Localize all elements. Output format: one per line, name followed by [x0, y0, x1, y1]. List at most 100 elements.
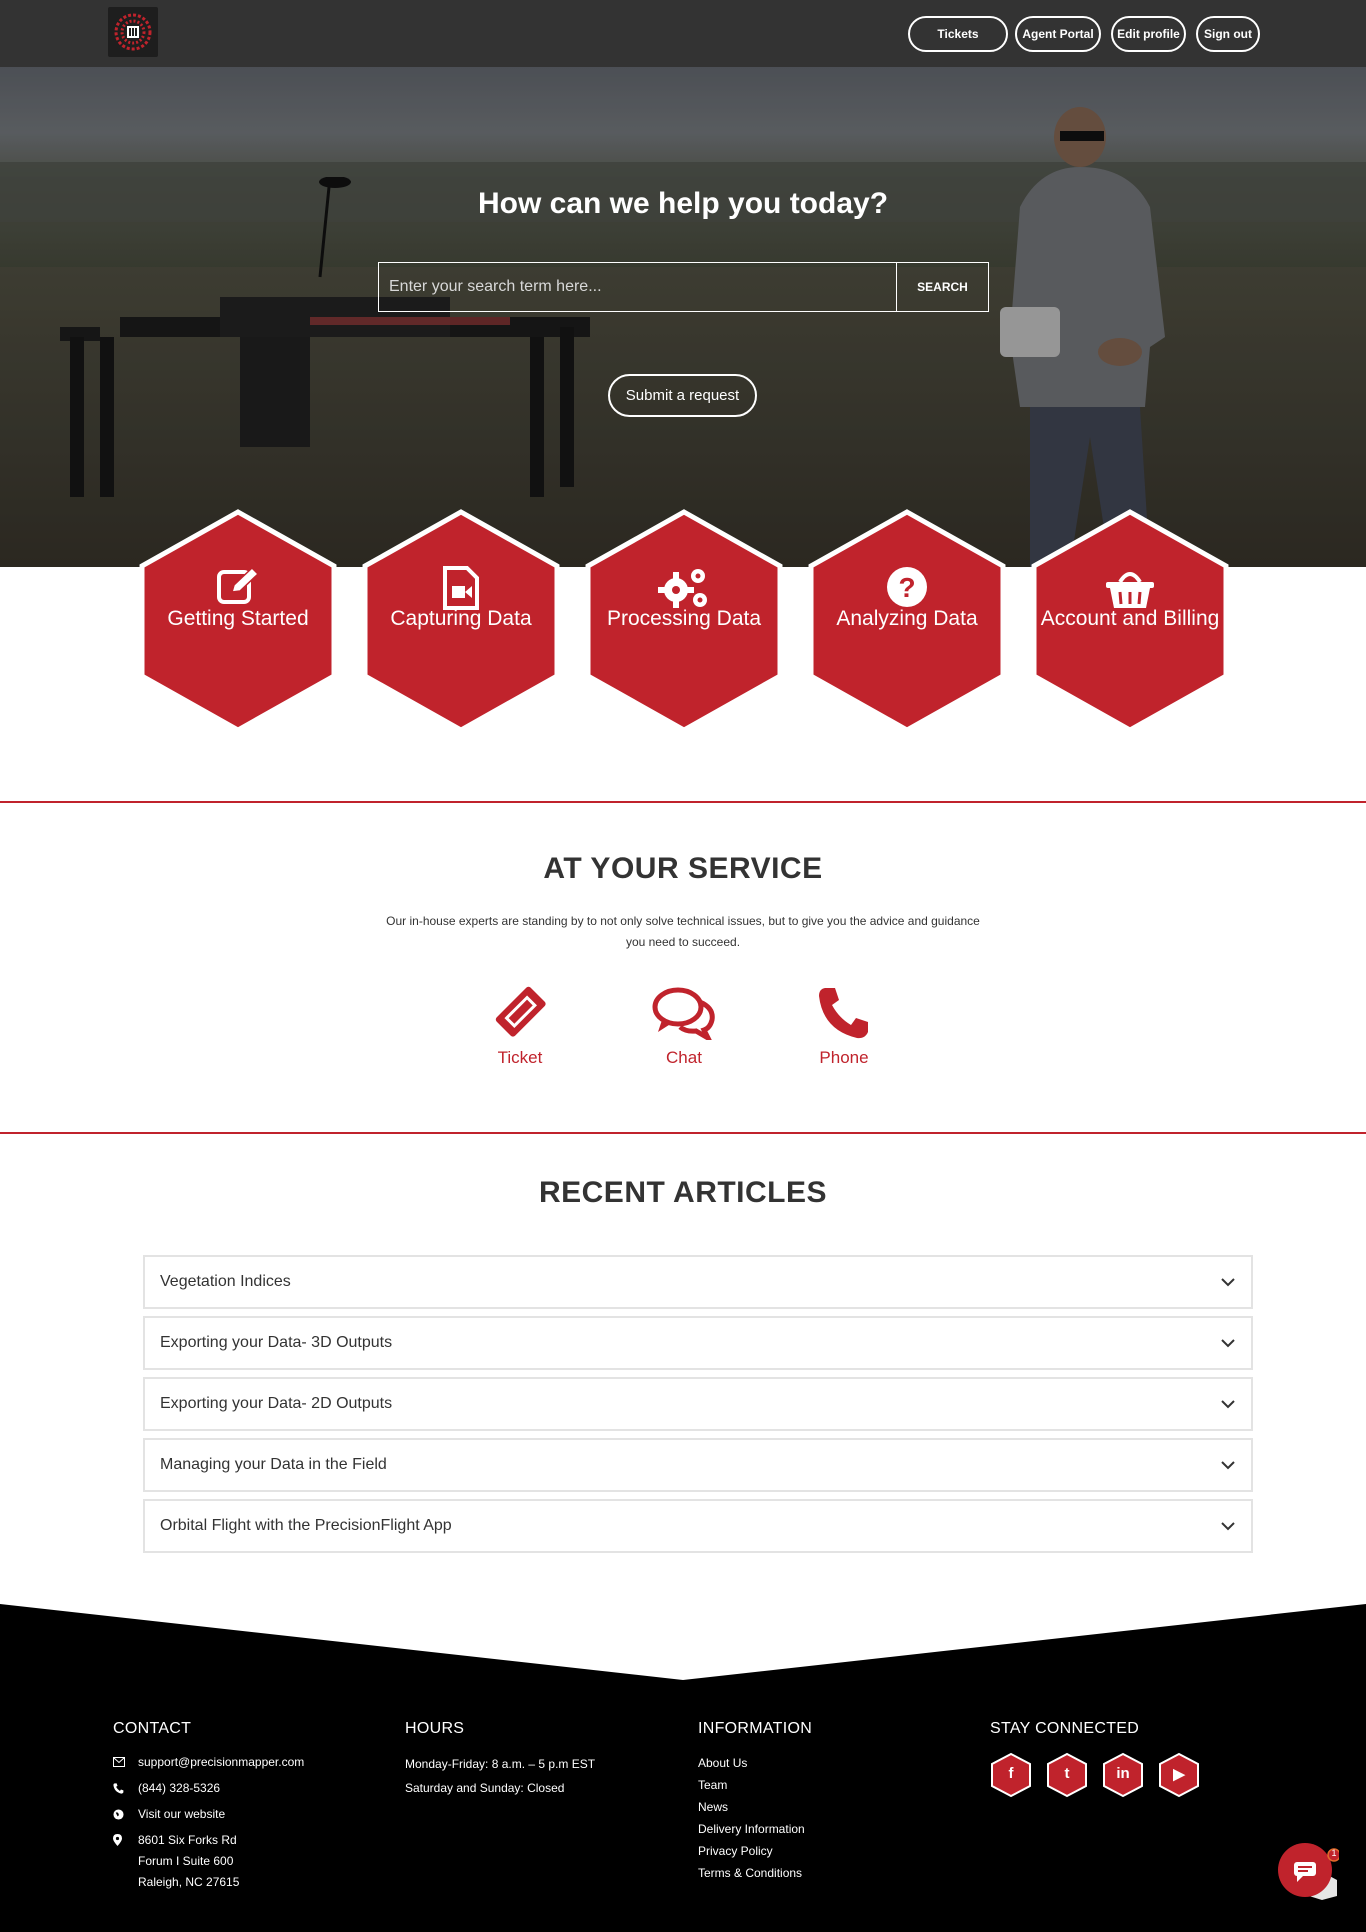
category-analyzing-data[interactable]: ? Analyzing Data [807, 508, 1007, 734]
article-title: Managing your Data in the Field [160, 1456, 387, 1473]
nav-agent-portal-button[interactable]: Agent Portal [1015, 16, 1101, 52]
footer-address-line: 8601 Six Forks Rd [138, 1833, 237, 1847]
nav-sign-out-button[interactable]: Sign out [1196, 16, 1260, 52]
service-ticket-link[interactable]: Ticket [460, 980, 580, 1068]
phone-icon [784, 980, 904, 1040]
footer-hours-weekend: Saturday and Sunday: Closed [405, 1781, 565, 1795]
twitter-icon[interactable]: t [1046, 1752, 1088, 1798]
article-row[interactable]: Vegetation Indices [143, 1255, 1253, 1309]
question-icon: ? [807, 566, 1007, 608]
footer-information-title: INFORMATION [698, 1720, 813, 1737]
chat-icon [624, 980, 744, 1040]
basket-icon [1030, 566, 1230, 608]
footer-phone[interactable]: (844) 328-5326 [138, 1778, 220, 1798]
search-input[interactable] [379, 263, 897, 311]
category-label: Analyzing Data [836, 607, 978, 630]
footer-hours: HOURS Monday-Friday: 8 a.m. – 5 p.m EST … [405, 1720, 665, 1800]
ticket-icon [460, 980, 580, 1040]
category-getting-started[interactable]: Getting Started [138, 508, 338, 734]
chat-widget-badge: 1 [1331, 1848, 1337, 1858]
search-form: SEARCH [378, 262, 989, 312]
footer-website-link[interactable]: Visit our website [138, 1804, 225, 1824]
service-phone-link[interactable]: Phone [784, 980, 904, 1068]
chat-widget-button[interactable]: 1 [1277, 1842, 1341, 1900]
footer-address-line: Raleigh, NC 27615 [138, 1875, 240, 1889]
section-divider [0, 1132, 1366, 1134]
footer-hours-weekday: Monday-Friday: 8 a.m. – 5 p.m EST [405, 1757, 596, 1771]
edit-icon [138, 566, 338, 608]
category-label: Account and Billing [1040, 607, 1220, 630]
top-navigation-bar: Tickets Agent Portal Edit profile Sign o… [0, 0, 1366, 67]
svg-text:?: ? [898, 572, 915, 603]
article-row[interactable]: Managing your Data in the Field [143, 1438, 1253, 1492]
hero-title: How can we help you today? [477, 187, 889, 220]
footer-contact: CONTACT support@precisionmapper.com (844… [113, 1720, 373, 1899]
chevron-down-icon[interactable] [1220, 1518, 1236, 1534]
service-title: AT YOUR SERVICE [543, 852, 823, 885]
youtube-glyph: ▶ [1173, 1766, 1185, 1783]
category-processing-data[interactable]: Processing Data [584, 508, 784, 734]
linkedin-glyph: in [1116, 1765, 1130, 1782]
service-ticket-label: Ticket [497, 1048, 543, 1067]
article-title: Exporting your Data- 3D Outputs [160, 1334, 393, 1351]
footer-hours-title: HOURS [405, 1720, 465, 1737]
search-button[interactable]: SEARCH [897, 263, 988, 311]
category-label: Capturing Data [390, 607, 532, 630]
category-label: Getting Started [167, 607, 309, 630]
map-marker-icon [113, 1830, 138, 1850]
twitter-glyph: t [1064, 1765, 1070, 1782]
service-chat-label: Chat [666, 1048, 702, 1067]
footer-phone-row[interactable]: (844) 328-5326 [113, 1778, 373, 1798]
facebook-glyph: f [1008, 1765, 1014, 1782]
article-title: Orbital Flight with the PrecisionFlight … [160, 1517, 452, 1534]
video-file-icon [361, 566, 561, 610]
footer-website-row[interactable]: Visit our website [113, 1804, 373, 1824]
articles-title: RECENT ARTICLES [538, 1176, 828, 1209]
service-phone-label: Phone [819, 1048, 869, 1067]
category-label: Processing Data [606, 607, 762, 630]
article-title: Exporting your Data- 2D Outputs [160, 1395, 393, 1412]
article-row[interactable]: Orbital Flight with the PrecisionFlight … [143, 1499, 1253, 1553]
footer-contact-title: CONTACT [113, 1720, 192, 1737]
service-description: Our in-house experts are standing by to … [386, 914, 980, 949]
chevron-down-icon[interactable] [1220, 1396, 1236, 1412]
article-row[interactable]: Exporting your Data- 2D Outputs [143, 1377, 1253, 1431]
linkedin-icon[interactable]: in [1102, 1752, 1144, 1798]
phone-small-icon [113, 1778, 138, 1798]
footer-link-team[interactable]: Team [698, 1774, 938, 1796]
facebook-icon[interactable]: f [990, 1752, 1032, 1798]
footer-address-row: 8601 Six Forks Rd Forum I Suite 600 Rale… [113, 1830, 373, 1893]
footer-social-title: STAY CONNECTED [990, 1720, 1140, 1737]
footer-link-privacy-policy[interactable]: Privacy Policy [698, 1840, 938, 1862]
footer-link-about-us[interactable]: About Us [698, 1752, 938, 1774]
logo-icon [114, 13, 152, 51]
submit-request-button[interactable]: Submit a request [608, 374, 757, 417]
section-divider [0, 801, 1366, 803]
chevron-down-icon[interactable] [1220, 1457, 1236, 1473]
chevron-down-icon[interactable] [1220, 1274, 1236, 1290]
footer-link-terms-conditions[interactable]: Terms & Conditions [698, 1862, 938, 1884]
globe-icon [113, 1804, 138, 1824]
youtube-icon[interactable]: ▶ [1158, 1752, 1200, 1798]
hero-overlay [0, 67, 1366, 567]
footer-social: STAY CONNECTED f t in ▶ [990, 1720, 1250, 1798]
footer-wave-shape [0, 1602, 1366, 1680]
hero-banner: How can we help you today? SEARCH Submit… [0, 67, 1366, 567]
footer-address-line: Forum I Suite 600 [138, 1854, 234, 1868]
footer-email[interactable]: support@precisionmapper.com [138, 1752, 304, 1772]
category-account-billing[interactable]: Account and Billing [1030, 508, 1230, 734]
footer-information: INFORMATION About Us Team News Delivery … [698, 1720, 938, 1884]
gears-icon [584, 566, 784, 608]
footer-link-delivery-information[interactable]: Delivery Information [698, 1818, 938, 1840]
article-row[interactable]: Exporting your Data- 3D Outputs [143, 1316, 1253, 1370]
envelope-icon [113, 1752, 138, 1772]
article-title: Vegetation Indices [160, 1273, 291, 1290]
nav-edit-profile-button[interactable]: Edit profile [1111, 16, 1186, 52]
nav-tickets-button[interactable]: Tickets [908, 16, 1008, 52]
service-chat-link[interactable]: Chat [624, 980, 744, 1068]
chevron-down-icon[interactable] [1220, 1335, 1236, 1351]
footer-link-news[interactable]: News [698, 1796, 938, 1818]
site-logo[interactable] [108, 7, 158, 57]
footer-email-row[interactable]: support@precisionmapper.com [113, 1752, 373, 1772]
category-capturing-data[interactable]: Capturing Data [361, 508, 561, 734]
